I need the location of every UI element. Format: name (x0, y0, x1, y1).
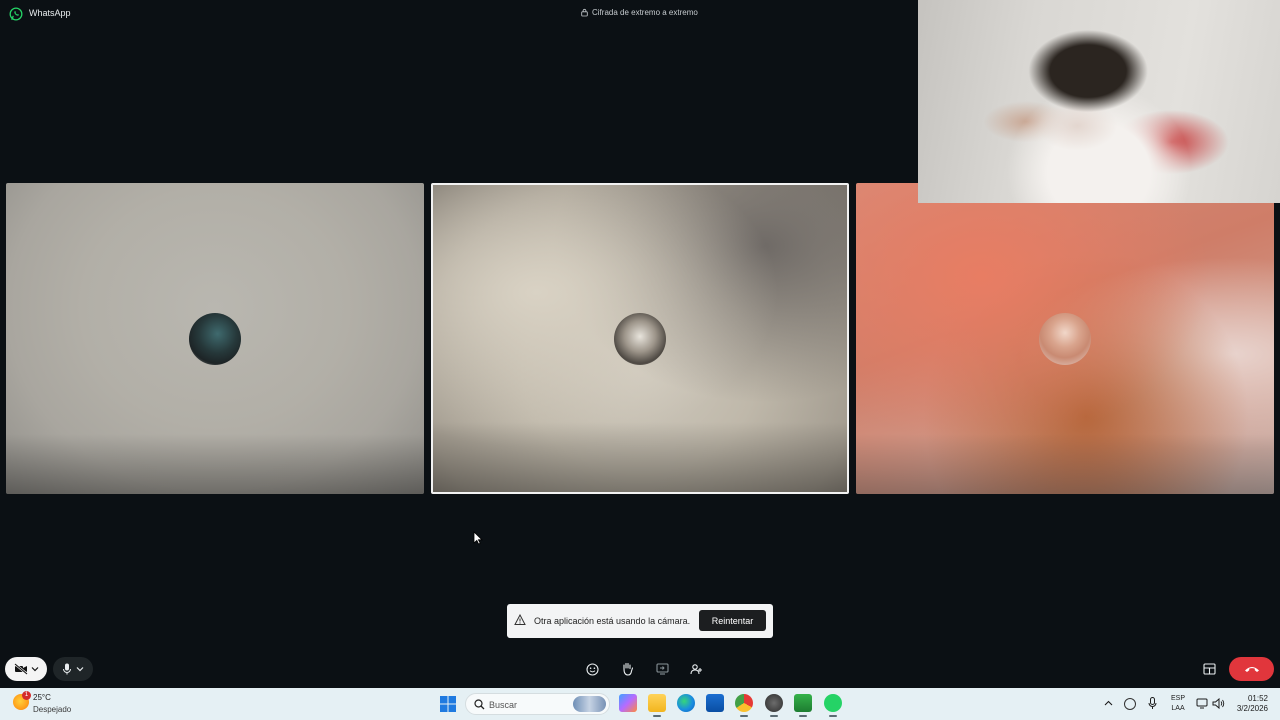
microphone-toggle-button[interactable] (53, 657, 93, 681)
chevron-up-icon[interactable] (1104, 700, 1113, 706)
search-icon (474, 699, 485, 710)
participant-avatar-1 (189, 312, 241, 365)
windows-start-icon[interactable] (440, 696, 456, 712)
language-code: ESP (1171, 695, 1186, 702)
keyboard-layout: LAA (1171, 705, 1185, 712)
volume-icon[interactable] (1212, 698, 1225, 709)
xbox-icon[interactable] (794, 694, 812, 717)
app-icon[interactable] (765, 694, 783, 717)
app-title: WhatsApp (29, 8, 71, 18)
warning-icon (514, 614, 526, 625)
edge-icon[interactable] (677, 694, 695, 712)
camera-off-icon (13, 663, 28, 675)
weather-temperature[interactable]: 25°C (33, 693, 51, 702)
toast-message: Otra aplicación está usando la cámara. (534, 616, 691, 626)
microphone-icon (63, 663, 71, 675)
encryption-status: Cifrada de extremo a extremo (581, 8, 698, 17)
phone-hangup-icon (1244, 667, 1259, 672)
emoji-reaction-button[interactable] (583, 660, 601, 678)
clock-date: 3/2/2026 (1236, 704, 1268, 713)
self-view-video[interactable] (918, 0, 1280, 203)
raise-hand-icon (622, 662, 633, 676)
security-tray-icon[interactable] (1124, 698, 1136, 710)
camera-warning-toast: Otra aplicación está usando la cámara. R… (507, 604, 773, 638)
network-icon[interactable] (1196, 698, 1208, 709)
participants-button[interactable] (688, 660, 706, 678)
participants-icon (690, 664, 702, 675)
participant-tile-1[interactable] (6, 183, 424, 494)
taskbar-clock[interactable]: 01:52 3/2/2026 (1234, 694, 1268, 714)
chevron-down-icon[interactable] (31, 666, 39, 672)
emoji-icon (585, 662, 599, 676)
taskbar-search-box[interactable]: Buscar (465, 693, 610, 715)
encryption-label: Cifrada de extremo a extremo (592, 8, 698, 17)
search-highlight-image (573, 696, 606, 712)
retry-button[interactable]: Reintentar (699, 610, 766, 631)
chevron-down-icon[interactable] (76, 666, 84, 672)
weather-condition[interactable]: Despejado (33, 705, 71, 714)
weather-alert-badge: 1 (22, 691, 31, 700)
participant-avatar-2 (614, 312, 666, 365)
participant-avatar-3 (1039, 312, 1091, 365)
layout-button[interactable] (1200, 660, 1218, 678)
participant-tile-2[interactable] (431, 183, 849, 494)
store-icon[interactable] (706, 694, 724, 712)
windows-taskbar (0, 688, 1280, 720)
language-indicator[interactable]: ESP LAA (1171, 694, 1185, 714)
microphone-tray-icon[interactable] (1148, 697, 1157, 710)
whatsapp-call-window: WhatsApp Cifrada de extremo a extremo Ot… (0, 0, 1280, 688)
whatsapp-logo-icon (9, 7, 23, 21)
copilot-icon[interactable] (619, 694, 637, 712)
end-call-button[interactable] (1229, 657, 1274, 681)
search-placeholder: Buscar (489, 700, 518, 710)
clock-time: 01:52 (1247, 694, 1268, 703)
participant-tile-3[interactable] (856, 183, 1274, 494)
mouse-cursor-icon (473, 531, 483, 545)
lock-icon (581, 8, 588, 17)
share-screen-button[interactable] (653, 660, 671, 678)
share-screen-icon (655, 663, 669, 675)
layout-icon (1202, 663, 1216, 675)
whatsapp-icon[interactable] (824, 694, 842, 717)
chrome-icon[interactable] (735, 694, 753, 717)
raise-hand-button[interactable] (618, 660, 636, 678)
file-explorer-icon[interactable] (648, 694, 666, 717)
camera-toggle-button[interactable] (5, 657, 47, 681)
